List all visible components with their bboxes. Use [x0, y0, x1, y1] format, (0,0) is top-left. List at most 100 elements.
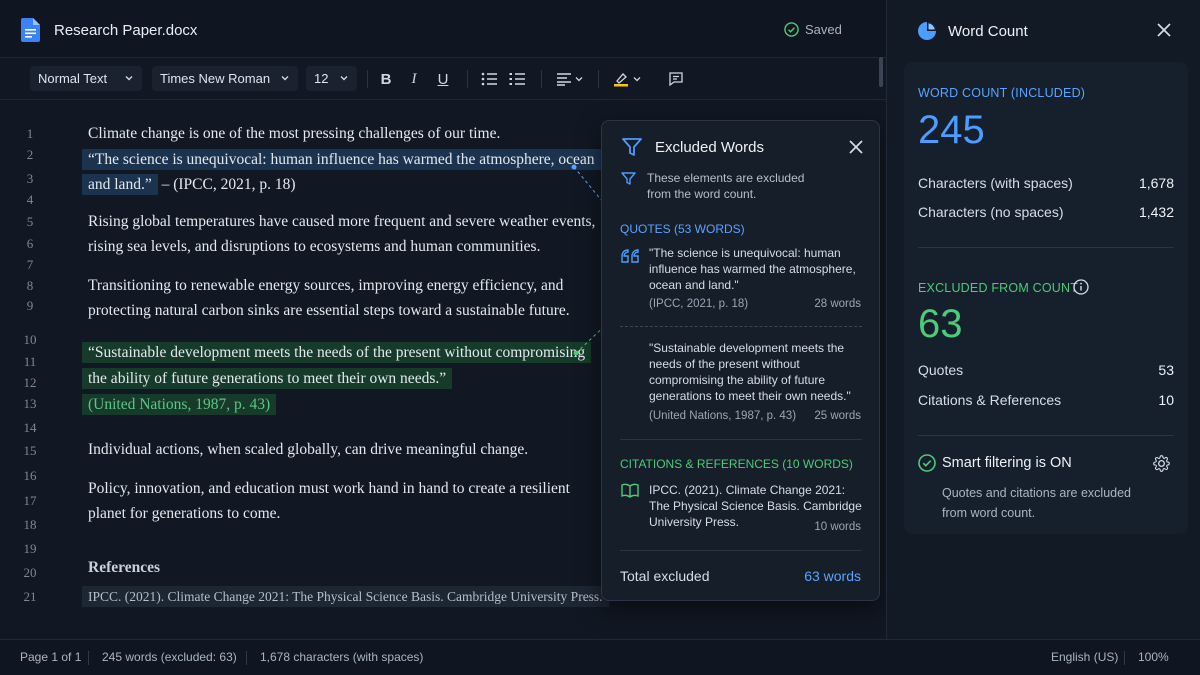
line-number: 3 — [26, 171, 34, 186]
line-number: 7 — [26, 257, 34, 272]
line-number: 2 — [26, 147, 34, 162]
paragraph-line: rising sea levels, and disruptions to ec… — [88, 238, 541, 255]
font-family-value: Times New Roman — [160, 71, 271, 86]
toolbar-divider — [367, 70, 368, 88]
title-bar: Research Paper.docx Saved — [0, 0, 886, 58]
line-number: 21 — [23, 589, 37, 604]
comment-button[interactable] — [665, 68, 687, 90]
quote-highlight: “Sustainable development meets the needs… — [82, 342, 592, 363]
excluded-quote-words: 25 words — [814, 410, 861, 422]
align-icon — [557, 73, 583, 86]
word-count-status[interactable]: 245 words (excluded: 63) — [102, 650, 237, 664]
line-number: 16 — [23, 468, 37, 483]
divider — [620, 550, 862, 551]
included-label: WORD COUNT (INCLUDED) — [918, 86, 1086, 100]
excluded-words-popup: Excluded Words These elements are exclud… — [601, 120, 880, 601]
line-number: 14 — [23, 420, 37, 435]
divider — [1124, 651, 1125, 665]
word-count-card: WORD COUNT (INCLUDED) 245 Characters (wi… — [904, 62, 1188, 534]
chevron-down-icon — [281, 76, 289, 81]
font-family-select[interactable]: Times New Roman — [152, 66, 298, 91]
line-number: 11 — [23, 354, 37, 369]
quote-block-ipcc[interactable]: “The science is unequivocal: human influ… — [82, 147, 601, 197]
quote-highlight: and land.” — [82, 174, 158, 195]
book-icon — [621, 483, 639, 498]
word-count-panel: Word Count WORD COUNT (INCLUDED) 245 Cha… — [886, 0, 1200, 639]
quotes-label: Quotes — [918, 362, 964, 378]
scrollbar[interactable] — [879, 57, 883, 87]
citations-value: 10 — [1158, 392, 1174, 408]
divider — [918, 247, 1174, 248]
paragraph: Individual actions, when scaled globally… — [88, 441, 529, 458]
citation-text: – (IPCC, 2021, p. 18) — [157, 176, 296, 193]
quote-highlight: “The science is unequivocal: human influ… — [82, 149, 601, 170]
chars-no-spaces-label: Characters (no spaces) — [918, 204, 1064, 220]
citation-highlight: (United Nations, 1987, p. 43) — [82, 394, 277, 415]
line-number: 1 — [26, 126, 34, 141]
bold-button[interactable]: B — [375, 68, 397, 90]
reference-entry[interactable]: IPCC. (2021). Climate Change 2021: The P… — [82, 584, 609, 609]
paragraph: Policy, innovation, and education must w… — [88, 476, 570, 526]
line-number: 4 — [26, 192, 34, 207]
check-circle-icon — [918, 454, 936, 472]
check-circle-icon — [784, 22, 799, 37]
line-number: 10 — [23, 332, 37, 347]
underline-button[interactable]: U — [432, 68, 454, 90]
excluded-quote-text: "The science is unequivocal: human influ… — [649, 246, 856, 292]
line-number: 19 — [23, 541, 37, 556]
close-icon[interactable] — [849, 140, 863, 154]
gear-icon[interactable] — [1153, 455, 1170, 472]
chars-no-spaces-value: 1,432 — [1138, 204, 1174, 220]
chars-with-spaces-value: 1,678 — [1138, 175, 1174, 191]
total-excluded-label: Total excluded — [620, 568, 710, 584]
document-title[interactable]: Research Paper.docx — [54, 22, 197, 39]
save-status: Saved — [784, 22, 842, 37]
close-icon[interactable] — [1157, 23, 1171, 37]
citations-label: Citations & References — [918, 392, 1062, 408]
reference-highlight: IPCC. (2021). Climate Change 2021: The P… — [82, 586, 609, 607]
chevron-down-icon — [340, 76, 348, 81]
filter-icon — [622, 138, 642, 156]
excluded-count: 63 — [918, 302, 963, 346]
quotes-section-header: QUOTES (53 WORDS) — [620, 222, 745, 236]
paragraph: Transitioning to renewable energy source… — [88, 273, 570, 323]
divider — [620, 439, 862, 440]
pie-chart-icon — [918, 22, 936, 40]
paragraph-line: Policy, innovation, and education must w… — [88, 480, 570, 497]
bullet-list-icon — [481, 72, 497, 86]
bullet-list-button[interactable] — [478, 68, 500, 90]
numbered-list-button[interactable] — [506, 68, 528, 90]
line-number: 17 — [23, 493, 37, 508]
divider — [246, 651, 247, 665]
panel-title: Word Count — [948, 23, 1028, 40]
status-bar: Page 1 of 1 245 words (excluded: 63) 1,6… — [0, 639, 1200, 675]
total-excluded-value: 63 words — [804, 568, 861, 584]
quote-mark-icon — [621, 249, 639, 263]
divider — [918, 435, 1174, 436]
paragraph-style-value: Normal Text — [38, 71, 108, 86]
italic-button[interactable]: I — [403, 68, 425, 90]
highlight-button[interactable] — [610, 68, 646, 90]
paragraph-line: planet for generations to come. — [88, 505, 281, 522]
line-number: 12 — [23, 375, 37, 390]
paragraph-style-select[interactable]: Normal Text — [30, 66, 142, 91]
excluded-quote-words: 28 words — [814, 298, 861, 310]
line-number: 6 — [26, 236, 34, 251]
divider — [88, 651, 89, 665]
font-size-select[interactable]: 12 — [306, 66, 357, 91]
paragraph: Climate change is one of the most pressi… — [88, 125, 501, 142]
font-size-value: 12 — [314, 71, 329, 86]
paragraph-line: protecting natural carbon sinks are esse… — [88, 302, 570, 319]
line-number: 13 — [23, 396, 37, 411]
divider — [620, 326, 862, 327]
line-number: 9 — [26, 298, 34, 313]
info-icon[interactable] — [1073, 279, 1089, 295]
zoom-level[interactable]: 100% — [1138, 650, 1169, 664]
line-number: 20 — [23, 565, 37, 580]
doc-icon — [21, 18, 40, 42]
line-number: 15 — [23, 443, 37, 458]
align-button[interactable] — [552, 68, 588, 90]
language-selector[interactable]: English (US) — [1051, 650, 1118, 664]
line-number: 5 — [26, 214, 34, 229]
quote-block-un[interactable]: “Sustainable development meets the needs… — [82, 340, 592, 417]
